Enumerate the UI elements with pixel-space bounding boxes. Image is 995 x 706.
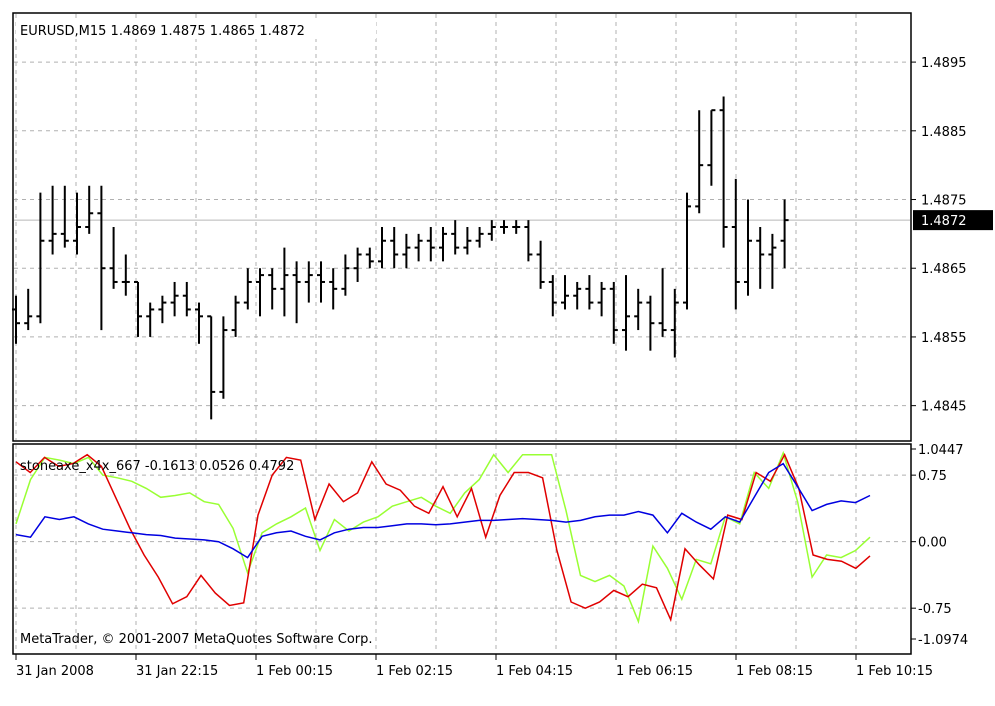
indicator-title: stoneaxe_x4x_667 -0.1613 0.0526 0.4792	[20, 459, 294, 474]
indicator-tick-label: -0.75	[918, 602, 952, 617]
time-tick-label: 1 Feb 06:15	[616, 664, 693, 679]
time-tick-label: 1 Feb 02:15	[376, 664, 453, 679]
copyright-text: MetaTrader, © 2001-2007 MetaQuotes Softw…	[20, 632, 373, 647]
indicator-tick-label: 0.00	[918, 536, 947, 551]
price-tick-label: 1.4845	[921, 400, 967, 415]
price-tick-label: 1.4855	[921, 331, 967, 346]
time-tick-label: 31 Jan 22:15	[136, 664, 218, 679]
price-tick-label: 1.4885	[921, 125, 967, 140]
time-tick-label: 31 Jan 2008	[16, 664, 94, 679]
time-tick-label: 1 Feb 00:15	[256, 664, 333, 679]
time-tick-label: 1 Feb 08:15	[736, 664, 813, 679]
current-price-label: 1.4872	[921, 214, 967, 229]
main-title: EURUSD,M15 1.4869 1.4875 1.4865 1.4872	[20, 24, 305, 39]
indicator-tick-label: 0.75	[918, 469, 947, 484]
price-tick-label: 1.4865	[921, 262, 967, 277]
price-tick-label: 1.4875	[921, 194, 967, 209]
time-tick-label: 1 Feb 04:15	[496, 664, 573, 679]
chart-root: EURUSD,M15 1.4869 1.4875 1.4865 1.4872 s…	[0, 0, 995, 706]
time-tick-label: 1 Feb 10:15	[856, 664, 933, 679]
indicator-tick-label: -1.0974	[918, 633, 968, 648]
indicator-tick-label: 1.0447	[918, 443, 964, 458]
price-tick-label: 1.4895	[921, 56, 967, 71]
